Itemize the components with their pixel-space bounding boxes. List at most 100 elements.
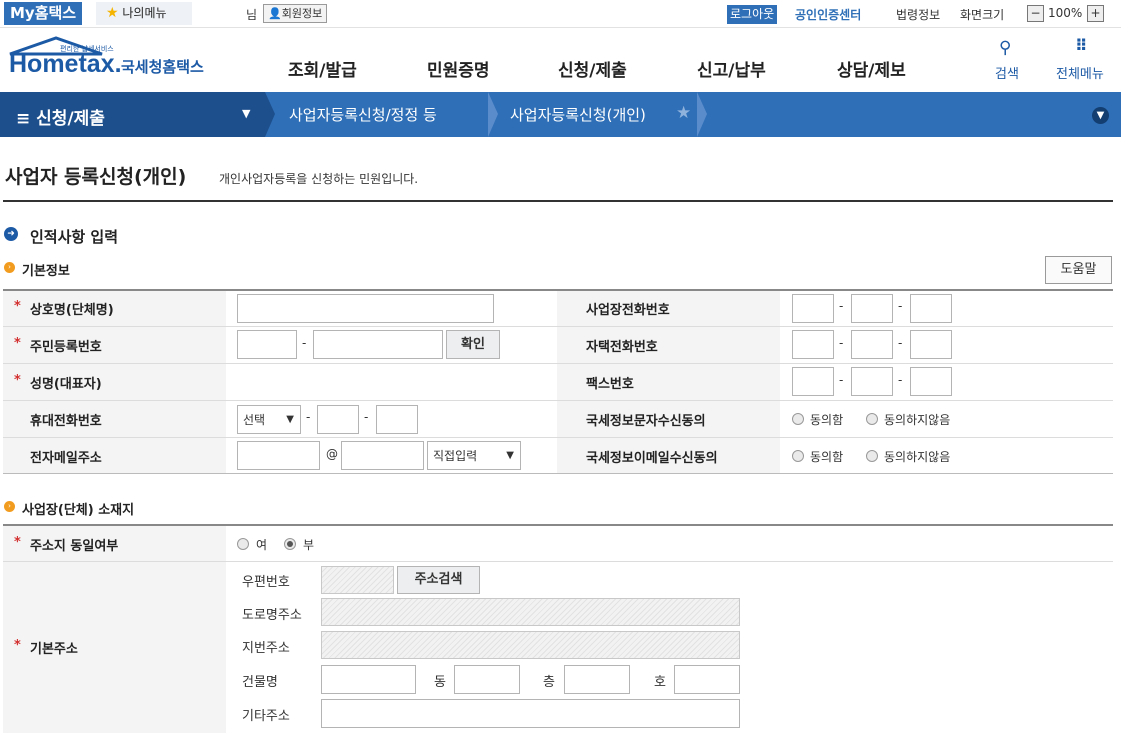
biz-phone-label: 사업장전화번호 [586,303,670,318]
home-phone-1-input[interactable] [792,330,834,359]
row-divider [3,363,1113,364]
email-agree-label[interactable]: 동의함 [810,448,843,465]
address-search-button[interactable]: 주소검색 [397,566,480,594]
biz-phone-2-input[interactable] [851,294,893,323]
required-mark: * [14,638,21,653]
email-disagree-radio[interactable] [866,450,878,462]
lot-address-input [321,631,740,659]
member-info-label: 회원정보 [281,7,323,20]
home-phone-label: 자택전화번호 [586,340,658,355]
required-mark: * [14,336,21,351]
dropdown-arrow-icon[interactable]: ▼ [242,107,250,120]
sms-agree-label[interactable]: 동의함 [810,411,843,428]
same-address-yes-label[interactable]: 여 [256,536,267,553]
zoom-in-button[interactable]: + [1087,5,1104,22]
my-menu-label: 나의메뉴 [122,6,167,20]
ho-label: 호 [654,675,666,690]
building-label: 건물명 [242,675,278,690]
zoom-out-button[interactable]: − [1027,5,1044,22]
fax-label: 팩스번호 [586,377,634,392]
lot-address-label: 지번주소 [242,641,290,656]
dash: - [839,336,844,350]
nav-application[interactable]: 신청/제출 [558,56,627,81]
nav-certificate[interactable]: 민원증명 [427,56,490,81]
dropdown-arrow-icon: ▼ [506,450,514,461]
required-mark: * [14,535,21,550]
search-icon[interactable]: ⚲ [999,38,1011,58]
email-disagree-label[interactable]: 동의하지않음 [884,448,950,465]
email-label: 전자메일주소 [30,451,102,466]
mobile-select-value: 선택 [243,413,266,427]
etc-address-input[interactable] [321,699,740,728]
dash: - [898,299,903,313]
biz-name-input[interactable] [237,294,494,323]
dash: - [364,410,369,424]
fax-2-input[interactable] [851,367,893,396]
zoom-value: 100% [1048,6,1083,20]
nav-inquiry[interactable]: 조회/발급 [288,56,357,81]
breadcrumb-separator [488,92,498,137]
email-agree-radio[interactable] [792,450,804,462]
biz-name-label: 상호명(단체명) [30,303,114,318]
postcode-label: 우편번호 [242,575,290,590]
nav-consult[interactable]: 상담/제보 [837,56,906,81]
logout-button[interactable]: 로그아웃 [727,5,778,24]
member-info-button[interactable]: 👤회원정보 [263,4,328,23]
email-consent-label: 국세정보이메일수신동의 [586,451,718,466]
sms-disagree-radio[interactable] [866,413,878,425]
dong-input[interactable] [454,665,520,694]
user-suffix: 님 [246,8,258,22]
dash: - [839,299,844,313]
floor-input[interactable] [564,665,630,694]
help-button[interactable]: 도움말 [1045,256,1112,284]
cert-center-link[interactable]: 공인인증센터 [795,6,861,23]
my-hometax-link[interactable]: My홈택스 [4,2,83,25]
star-icon: ★ [106,5,119,21]
sms-disagree-label[interactable]: 동의하지않음 [884,411,950,428]
same-address-no-label[interactable]: 부 [303,536,314,553]
favorite-star-icon[interactable]: ★ [676,103,691,123]
breadcrumb-level3[interactable]: 사업자등록신청(개인) [510,104,646,125]
email-domain-select[interactable]: 직접입력 ▼ [427,441,521,470]
logo-korean[interactable]: 국세청홈택스 [121,56,204,77]
mobile-prefix-select[interactable]: 선택 ▼ [237,405,301,434]
rrn-back-input[interactable] [313,330,443,359]
law-info-link[interactable]: 법령정보 [896,6,940,23]
biz-phone-1-input[interactable] [792,294,834,323]
dash: - [839,373,844,387]
biz-phone-3-input[interactable] [910,294,952,323]
user-icon: 👤 [268,7,282,20]
breadcrumb-level2[interactable]: 사업자등록신청/정정 등 [289,104,437,125]
mobile-last-input[interactable] [376,405,418,434]
rep-name-label: 성명(대표자) [30,377,102,392]
mobile-mid-input[interactable] [317,405,359,434]
my-menu-link[interactable]: ★ 나의메뉴 [96,2,192,25]
email-domain-select-value: 직접입력 [433,449,478,463]
row-divider [3,326,1113,327]
home-phone-2-input[interactable] [851,330,893,359]
same-address-yes-radio[interactable] [237,538,249,550]
rrn-label: 주민등록번호 [30,340,102,355]
chevron-down-icon[interactable]: ▼ [1092,107,1109,124]
fax-1-input[interactable] [792,367,834,396]
email-id-input[interactable] [237,441,320,470]
nav-filing[interactable]: 신고/납부 [697,56,766,81]
bullet-icon: › [4,262,15,273]
confirm-button[interactable]: 확인 [446,330,500,359]
bullet-icon: › [4,501,15,512]
ho-input[interactable] [674,665,740,694]
sms-agree-radio[interactable] [792,413,804,425]
building-input[interactable] [321,665,416,694]
search-label[interactable]: 검색 [995,63,1019,82]
breadcrumb-main[interactable]: ≡ 신청/제출 [16,104,105,129]
all-menu-label[interactable]: 전체메뉴 [1056,63,1104,82]
email-domain-input[interactable] [341,441,424,470]
grid-menu-icon[interactable]: ⠿ [1075,36,1088,55]
fax-3-input[interactable] [910,367,952,396]
same-address-no-radio[interactable] [284,538,296,550]
email-at: @ [326,447,338,461]
rrn-front-input[interactable] [237,330,297,359]
home-phone-3-input[interactable] [910,330,952,359]
logo-hometax[interactable]: Hometax. [9,50,122,79]
floor-label: 층 [543,675,555,690]
